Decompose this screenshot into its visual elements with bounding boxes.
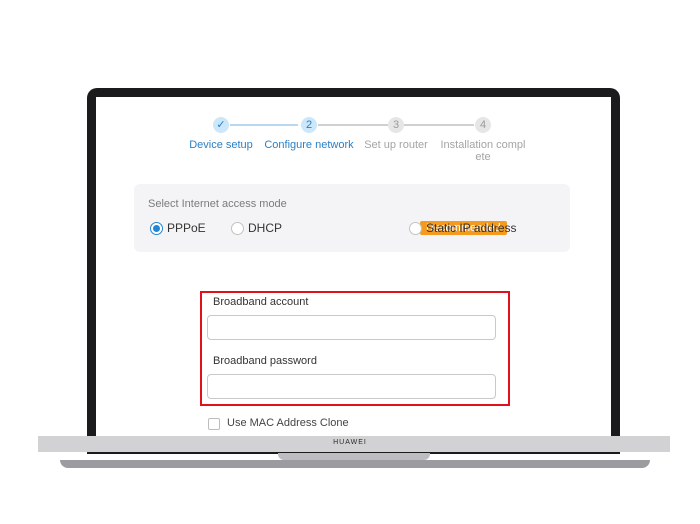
mac-clone-label[interactable]: Use MAC Address Clone [227, 417, 349, 429]
access-mode-title: Select Internet access mode [148, 198, 287, 210]
radio-dhcp[interactable] [231, 222, 244, 235]
step-label: Installation compl ete [440, 139, 526, 163]
check-icon: ✓ [213, 117, 229, 133]
wizard-step-configure-network[interactable]: 2 Configure network [263, 117, 355, 151]
radio-label-static-ip[interactable]: Static IP address [426, 222, 517, 235]
wizard-step-set-up-router: 3 Set up router [350, 117, 442, 151]
radio-label-dhcp[interactable]: DHCP [248, 222, 282, 235]
radio-static-ip[interactable] [409, 222, 422, 235]
wizard-step-installation-complete: 4 Installation compl ete [437, 117, 529, 163]
highlight-box [200, 291, 510, 406]
step-number: 4 [475, 117, 491, 133]
laptop-base-shadow [60, 460, 650, 468]
step-label: Set up router [364, 139, 428, 151]
step-label: Device setup [189, 139, 253, 151]
radio-label-pppoe[interactable]: PPPoE [167, 222, 206, 235]
laptop-notch [278, 453, 430, 460]
access-mode-panel: Select Internet access mode PPPoE DHCP R… [134, 184, 570, 252]
brand-logo: HUAWEI [333, 439, 367, 446]
step-label: Configure network [264, 139, 354, 151]
mac-clone-checkbox[interactable] [208, 418, 220, 430]
radio-pppoe[interactable] [150, 222, 163, 235]
step-number: 3 [388, 117, 404, 133]
wizard-step-device-setup[interactable]: ✓ Device setup [175, 117, 267, 151]
step-number: 2 [301, 117, 317, 133]
